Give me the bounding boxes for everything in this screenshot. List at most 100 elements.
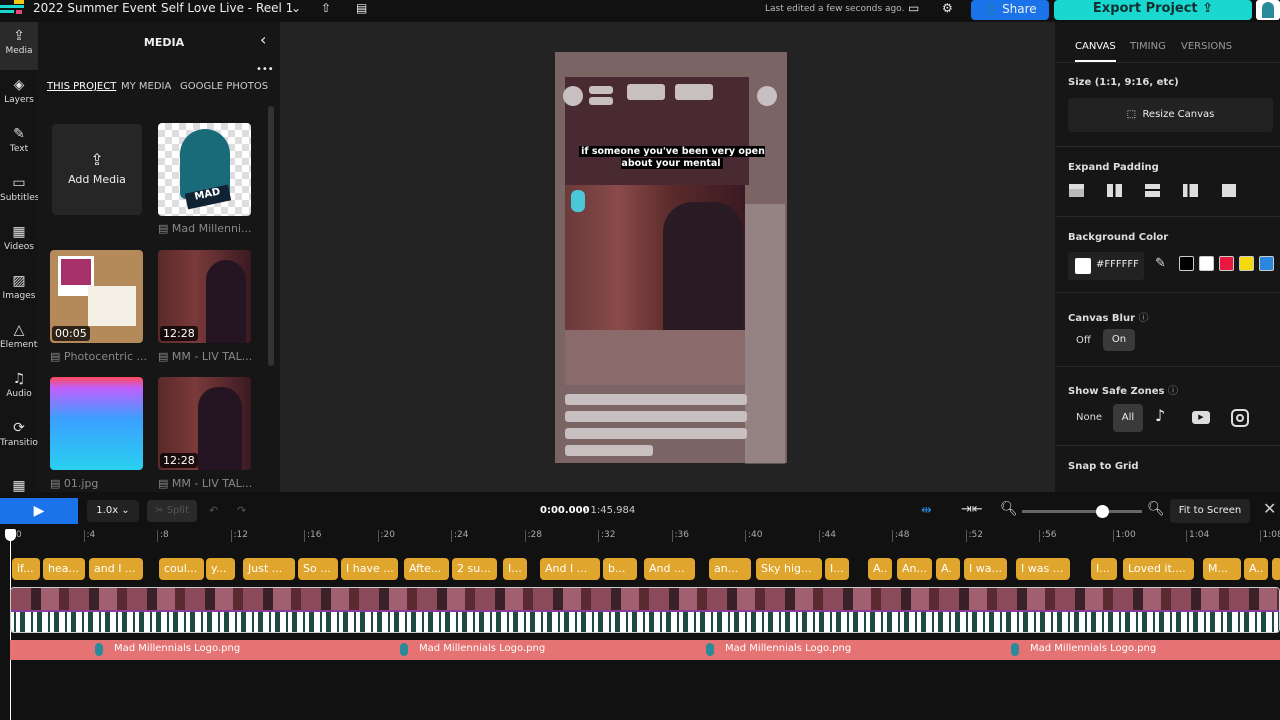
- subtitle-clip[interactable]: A..: [868, 558, 892, 580]
- comment-icon[interactable]: ▭: [908, 1, 919, 15]
- add-media-button[interactable]: ⇪ Add Media: [52, 124, 142, 215]
- tab-google-photos[interactable]: GOOGLE PHOTOS: [180, 81, 268, 92]
- subtitle-clip[interactable]: [1272, 558, 1280, 580]
- media-item[interactable]: 00:05: [50, 250, 143, 343]
- tab-my-media[interactable]: MY MEDIA: [121, 81, 171, 92]
- tab-canvas[interactable]: CANVAS: [1075, 41, 1116, 62]
- color-swatch[interactable]: [1199, 256, 1214, 271]
- color-swatch[interactable]: [1259, 256, 1274, 271]
- padding-top-bottom-icon[interactable]: [1069, 184, 1084, 197]
- video-preview[interactable]: if someone you've been very open about y…: [555, 52, 787, 464]
- subtitle-clip[interactable]: I...: [825, 558, 849, 580]
- blur-off-option[interactable]: Off: [1076, 335, 1091, 346]
- sidebar-item-layers[interactable]: ◈ Layers: [0, 71, 38, 119]
- tiktok-icon[interactable]: ♪: [1155, 406, 1165, 425]
- subtitle-clip[interactable]: An...: [897, 558, 932, 580]
- color-swatch[interactable]: [1219, 256, 1234, 271]
- undo-icon[interactable]: ↶: [209, 504, 218, 517]
- subtitle-clip[interactable]: 2 su...: [452, 558, 497, 580]
- subtitle-clip[interactable]: I was ...: [1016, 558, 1070, 580]
- subtitle-clip[interactable]: A..: [1244, 558, 1268, 580]
- subtitle-clip[interactable]: Afte...: [404, 558, 449, 580]
- tab-this-project[interactable]: THIS PROJECT: [47, 81, 116, 92]
- subtitle-clip[interactable]: hea...: [43, 558, 85, 580]
- resize-canvas-button[interactable]: ⬚ Resize Canvas: [1068, 98, 1273, 132]
- youtube-icon[interactable]: ▶: [1192, 411, 1210, 424]
- upload-icon[interactable]: ⇧: [321, 1, 331, 15]
- subtitle-clip[interactable]: y...: [206, 558, 235, 580]
- notes-icon[interactable]: ▤: [356, 1, 367, 15]
- tab-timing[interactable]: TIMING: [1130, 41, 1166, 52]
- instagram-icon[interactable]: [1231, 409, 1249, 427]
- zoom-slider[interactable]: [1022, 505, 1142, 518]
- video-track[interactable]: [10, 587, 1280, 633]
- subtitle-clip[interactable]: Loved it....: [1123, 558, 1194, 580]
- media-scrollbar[interactable]: [268, 106, 274, 366]
- more-icon[interactable]: •••: [256, 64, 274, 75]
- subtitle-clip[interactable]: if...: [12, 558, 40, 580]
- gear-icon[interactable]: ⚙: [942, 1, 953, 15]
- subtitle-clip[interactable]: b...: [603, 558, 637, 580]
- color-swatch[interactable]: [1239, 256, 1254, 271]
- zoom-slider-handle[interactable]: [1096, 505, 1110, 518]
- padding-side-icon[interactable]: [1183, 184, 1198, 197]
- media-item[interactable]: 12:28: [158, 250, 251, 343]
- project-title[interactable]: Self Love Live - Reel 1: [161, 1, 293, 15]
- app-logo[interactable]: [0, 0, 24, 20]
- subtitle-clip[interactable]: I...: [1091, 558, 1117, 580]
- play-button[interactable]: ▶: [0, 498, 78, 524]
- blur-on-option[interactable]: On: [1103, 329, 1135, 351]
- subtitle-clip[interactable]: an...: [709, 558, 751, 580]
- logo-overlay[interactable]: [571, 190, 585, 212]
- subtitle-clip[interactable]: A.: [936, 558, 960, 580]
- media-item[interactable]: [50, 377, 143, 470]
- sidebar-item-images[interactable]: ▨ Images: [0, 267, 38, 315]
- snap-icon[interactable]: ⇹: [921, 503, 932, 518]
- caption-text[interactable]: if someone you've been very open about y…: [579, 146, 765, 170]
- eyedropper-icon[interactable]: ✎: [1155, 256, 1166, 271]
- redo-icon[interactable]: ↷: [237, 504, 246, 517]
- padding-none-icon[interactable]: [1222, 184, 1236, 197]
- zoom-in-icon[interactable]: 🔍︎: [1147, 501, 1165, 517]
- zoom-out-icon[interactable]: 🔍︎: [1000, 501, 1018, 517]
- subtitle-clip[interactable]: and I ...: [89, 558, 143, 580]
- subtitle-clip[interactable]: And I ...: [540, 558, 600, 580]
- background-color-input[interactable]: #FFFFFF: [1068, 252, 1144, 280]
- subtitle-clip[interactable]: coul...: [159, 558, 204, 580]
- share-button[interactable]: 👤 Share: [971, 0, 1049, 20]
- sidebar-item-media[interactable]: ⇪ Media: [0, 22, 38, 70]
- sidebar-item-audio[interactable]: ♫ Audio: [0, 365, 38, 413]
- tab-versions[interactable]: VERSIONS: [1181, 41, 1232, 52]
- subtitle-clip[interactable]: Sky hig...: [756, 558, 822, 580]
- sidebar-item-transitions[interactable]: ⟳ Transitions: [0, 414, 48, 462]
- speed-dropdown[interactable]: 1.0x ⌄: [87, 500, 139, 522]
- close-icon[interactable]: ✕: [1263, 499, 1276, 518]
- fit-width-icon[interactable]: ⇥⇤: [961, 502, 983, 517]
- fit-to-screen-button[interactable]: Fit to Screen: [1170, 499, 1250, 523]
- safe-all-option[interactable]: All: [1113, 404, 1143, 432]
- subtitle-clip[interactable]: And ...: [644, 558, 695, 580]
- subtitle-clip[interactable]: M...: [1203, 558, 1241, 580]
- media-item[interactable]: 12:28: [158, 377, 251, 470]
- breadcrumb-project[interactable]: 2022 Summer Event: [33, 1, 156, 15]
- media-item[interactable]: MAD: [158, 123, 251, 216]
- subtitle-clip[interactable]: I...: [503, 558, 527, 580]
- subtitle-clip[interactable]: Just ...: [243, 558, 295, 580]
- color-swatch[interactable]: [1179, 256, 1194, 271]
- avatar[interactable]: [1256, 0, 1280, 20]
- sidebar-item-text[interactable]: ✎ Text: [0, 120, 38, 168]
- export-project-button[interactable]: Export Project ⇪: [1054, 0, 1252, 20]
- sidebar-item-elements[interactable]: △ Elements: [0, 316, 42, 364]
- subtitle-clip[interactable]: I have ...: [341, 558, 398, 580]
- collapse-chevron-icon[interactable]: ‹: [260, 30, 266, 49]
- upload-icon: ⇪: [90, 150, 104, 169]
- sidebar-item-subtitles[interactable]: ▭ Subtitles: [0, 169, 39, 217]
- subtitle-clip[interactable]: So ...: [298, 558, 338, 580]
- subtitle-clip[interactable]: I wa...: [964, 558, 1007, 580]
- safe-none-option[interactable]: None: [1076, 412, 1102, 423]
- padding-middle-icon[interactable]: [1145, 184, 1160, 197]
- padding-left-right-icon[interactable]: [1107, 184, 1122, 197]
- chevron-down-icon[interactable]: ⌄: [291, 1, 301, 15]
- sidebar-item-videos[interactable]: ▦ Videos: [0, 218, 38, 266]
- split-button[interactable]: ✂ Split: [147, 500, 197, 522]
